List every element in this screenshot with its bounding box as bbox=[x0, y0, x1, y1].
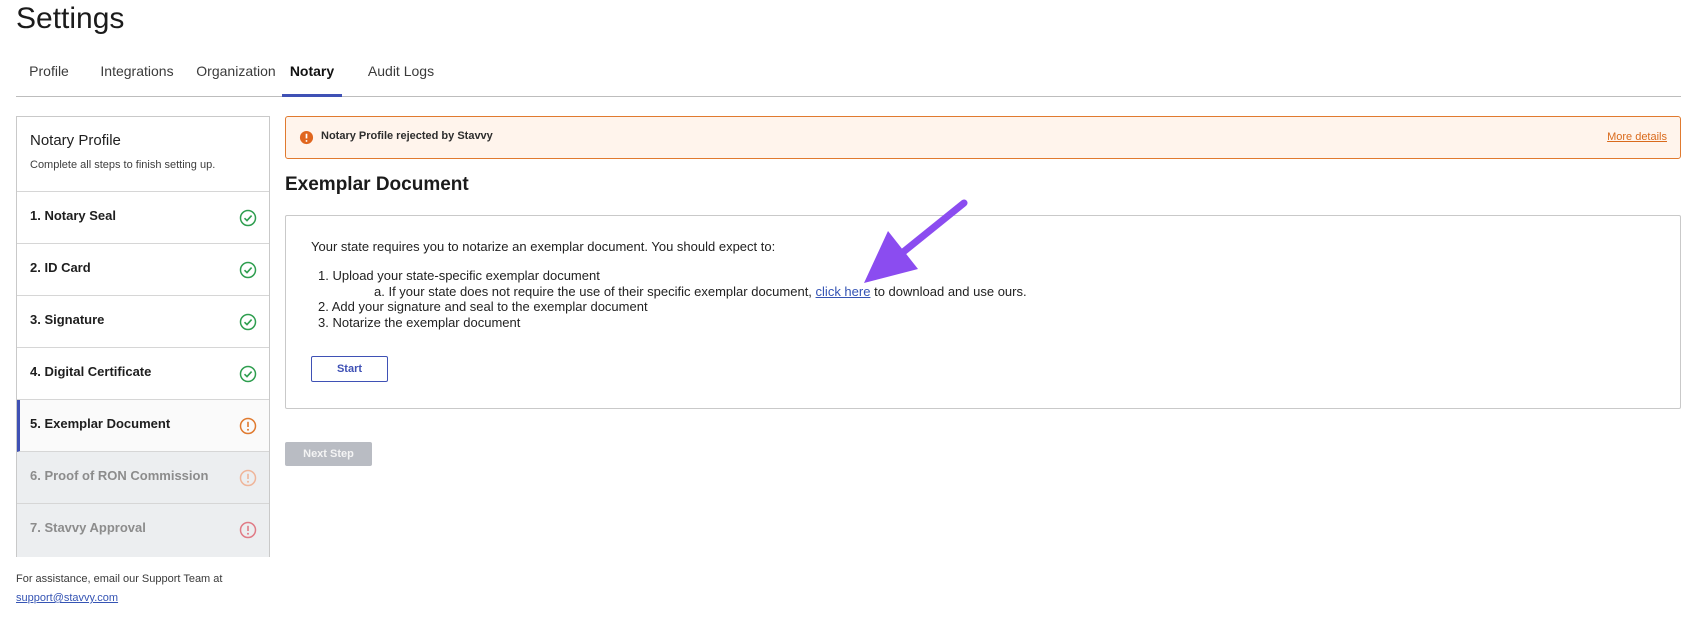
alert-message: Notary Profile rejected by Stavvy bbox=[321, 130, 493, 142]
step-notary-seal[interactable]: 1. Notary Seal bbox=[17, 192, 269, 244]
step-stavvy-approval: 7. Stavvy Approval bbox=[17, 504, 269, 557]
page-title: Settings bbox=[16, 2, 125, 35]
tab-notary[interactable]: Notary bbox=[282, 54, 342, 97]
step-label: 4. Digital Certificate bbox=[30, 364, 152, 379]
list-marker: 2. bbox=[318, 299, 329, 314]
check-circle-icon bbox=[239, 365, 257, 383]
list-item-text: Upload your state-specific exemplar docu… bbox=[332, 268, 600, 283]
step-proof-of-ron-commission: 6. Proof of RON Commission bbox=[17, 452, 269, 504]
tab-integrations[interactable]: Integrations bbox=[95, 54, 179, 96]
tab-profile[interactable]: Profile bbox=[26, 54, 72, 96]
settings-tabs: Profile Integrations Organization Notary… bbox=[16, 54, 1681, 97]
more-details-link[interactable]: More details bbox=[1607, 131, 1667, 143]
check-circle-icon bbox=[239, 209, 257, 227]
step-label: 2. ID Card bbox=[30, 260, 91, 275]
support-email-link[interactable]: support@stavvy.com bbox=[16, 592, 118, 604]
step-signature[interactable]: 3. Signature bbox=[17, 296, 269, 348]
list-item-text: Notarize the exemplar document bbox=[332, 314, 521, 330]
sidebar-header: Notary Profile Complete all steps to fin… bbox=[17, 117, 269, 192]
list-marker: a. bbox=[374, 283, 385, 299]
step-id-card[interactable]: 2. ID Card bbox=[17, 244, 269, 296]
exclamation-circle-icon bbox=[239, 417, 257, 435]
annotation-arrow-icon bbox=[864, 199, 968, 283]
list-item: 3. Notarize the exemplar document bbox=[311, 315, 1027, 331]
tab-organization[interactable]: Organization bbox=[193, 54, 279, 96]
next-step-button: Next Step bbox=[285, 442, 372, 466]
check-circle-icon bbox=[239, 313, 257, 331]
support-help: For assistance, email our Support Team a… bbox=[16, 570, 222, 608]
exclamation-circle-icon bbox=[239, 469, 257, 487]
section-title: Exemplar Document bbox=[285, 174, 469, 195]
sidebar-title: Notary Profile bbox=[30, 132, 121, 149]
exclamation-circle-icon bbox=[239, 521, 257, 539]
rejection-alert: Notary Profile rejected by Stavvy More d… bbox=[285, 116, 1681, 159]
start-button[interactable]: Start bbox=[311, 356, 388, 382]
exemplar-intro: Your state requires you to notarize an e… bbox=[311, 239, 776, 254]
step-exemplar-document[interactable]: 5. Exemplar Document bbox=[17, 400, 269, 452]
exclamation-circle-icon bbox=[299, 130, 314, 145]
step-label: 7. Stavvy Approval bbox=[30, 520, 146, 535]
notary-profile-sidebar: Notary Profile Complete all steps to fin… bbox=[16, 116, 270, 557]
step-label: 5. Exemplar Document bbox=[30, 416, 171, 431]
list-marker: 3. bbox=[318, 314, 329, 330]
support-text: For assistance, email our Support Team a… bbox=[16, 573, 223, 585]
check-circle-icon bbox=[239, 261, 257, 279]
sub-item-text: If your state does not require the use o… bbox=[388, 283, 812, 299]
step-digital-certificate[interactable]: 4. Digital Certificate bbox=[17, 348, 269, 400]
exemplar-document-card: Your state requires you to notarize an e… bbox=[285, 215, 1681, 409]
sidebar-subtitle: Complete all steps to finish setting up. bbox=[30, 159, 216, 171]
step-label: 3. Signature bbox=[30, 312, 105, 327]
step-label: 1. Notary Seal bbox=[30, 208, 116, 223]
list-item: 2. Add your signature and seal to the ex… bbox=[311, 299, 1027, 315]
step-label: 6. Proof of RON Commission bbox=[30, 468, 209, 483]
tab-audit-logs[interactable]: Audit Logs bbox=[365, 54, 437, 96]
list-marker: 1. bbox=[318, 268, 329, 283]
list-item-text: Add your signature and seal to the exemp… bbox=[331, 299, 648, 314]
